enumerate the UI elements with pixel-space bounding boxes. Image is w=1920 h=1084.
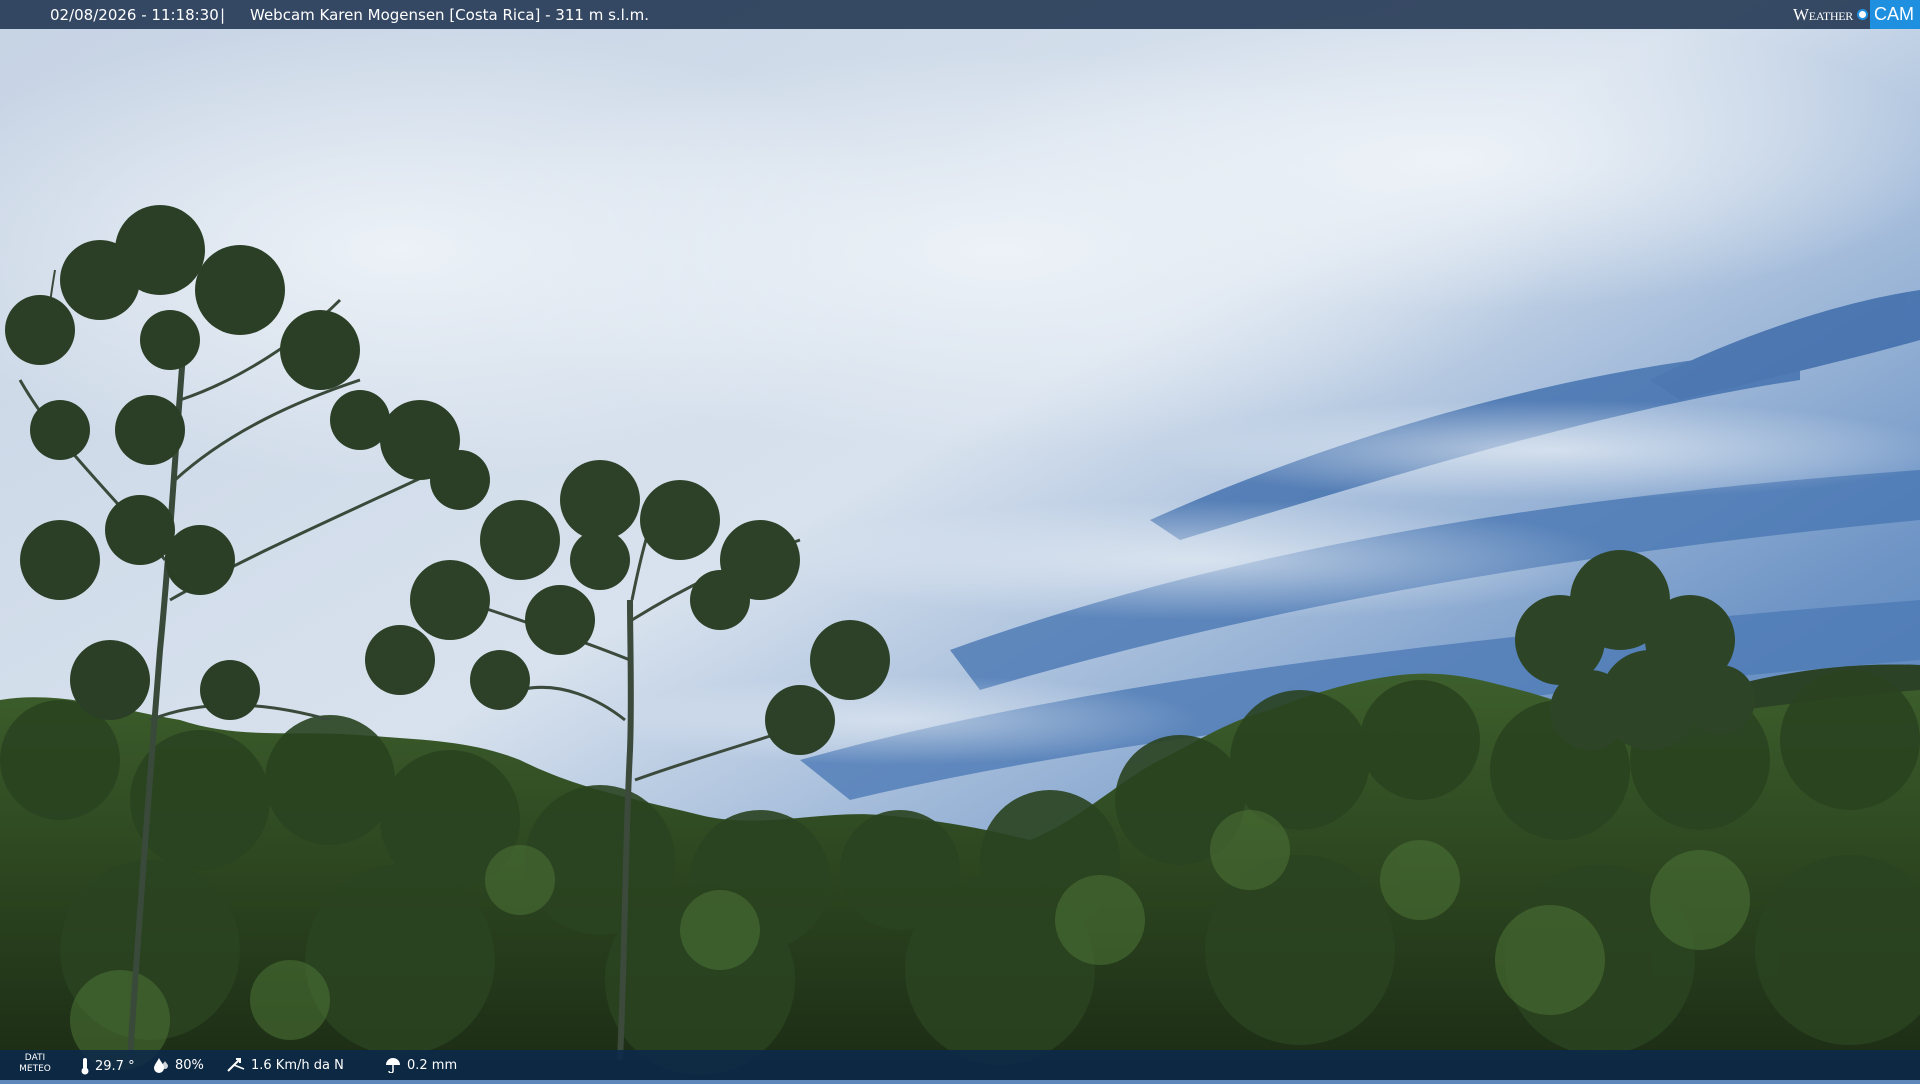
landscape-scene (0, 0, 1920, 1080)
logo-dot-icon (1857, 9, 1868, 20)
humidity-value: 80% (175, 1057, 204, 1073)
humidity-stat: 80% (152, 1057, 204, 1073)
rain-umbrella-icon (386, 1058, 400, 1073)
webcam-image (0, 0, 1920, 1080)
temperature-stat: 29.7 ° (80, 1057, 135, 1075)
weather-data-bar: DATI METEO 29.7 ° 80% 1.6 Km/h da N 0.2 … (0, 1050, 1920, 1080)
wind-icon (227, 1058, 245, 1072)
humidity-drop-icon (154, 1058, 168, 1073)
logo-cam-text: CAM (1870, 0, 1920, 29)
header-separator: | (220, 6, 226, 24)
wind-stat: 1.6 Km/h da N (226, 1057, 344, 1073)
weather-data-label-line2: METEO (19, 1064, 51, 1074)
temperature-value: 29.7 ° (95, 1058, 135, 1074)
header-bar: 02/08/2026 - 11:18:30 | Webcam Karen Mog… (0, 0, 1920, 29)
weather-data-label: DATI METEO (16, 1053, 54, 1075)
camera-title: Webcam Karen Mogensen [Costa Rica] - 311… (250, 6, 649, 24)
logo-weather-text: Weather (1793, 4, 1853, 24)
rain-value: 0.2 mm (407, 1057, 458, 1073)
rain-stat: 0.2 mm (384, 1057, 457, 1073)
weather-data-label-line1: DATI (24, 1053, 46, 1063)
thermometer-icon (81, 1058, 89, 1075)
weathercam-logo: Weather CAM (1785, 0, 1920, 29)
wind-value: 1.6 Km/h da N (251, 1057, 344, 1073)
datetime-text: 02/08/2026 - 11:18:30 (50, 6, 219, 24)
